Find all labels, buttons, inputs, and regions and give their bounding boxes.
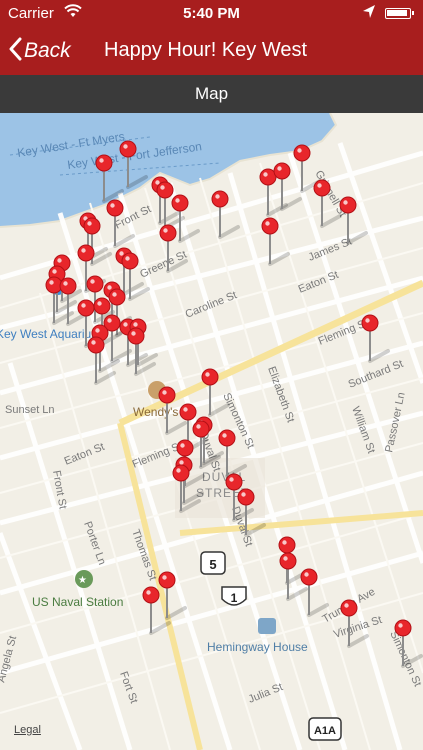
back-label: Back [24, 39, 71, 62]
route-shield-a1a: A1A [308, 717, 342, 741]
legal-link[interactable]: Legal [14, 724, 41, 736]
chevron-left-icon [8, 37, 22, 65]
street-label-eaton-st-west: Eaton St [63, 441, 107, 468]
page-title: Happy Hour! Key West [104, 39, 308, 61]
map-view[interactable]: Key West - Ft Myers Key West - Fort Jeff… [0, 113, 423, 750]
svg-text:★: ★ [78, 575, 87, 586]
status-bar: Carrier 5:40 PM [0, 0, 423, 27]
battery-icon [385, 8, 414, 19]
route-shield-1: 1 [221, 586, 247, 606]
svg-text:5: 5 [209, 557, 216, 572]
map-canvas[interactable]: Key West - Ft Myers Key West - Fort Jeff… [0, 113, 423, 750]
wendys-label: Wendy's [133, 405, 178, 419]
back-button[interactable]: Back [8, 37, 71, 65]
nav-bar: Back Happy Hour! Key West [0, 27, 423, 75]
svg-text:1: 1 [231, 591, 238, 605]
street-label-sunset-ln: Sunset Ln [5, 404, 55, 416]
map-header: Map [0, 75, 423, 113]
svg-text:A1A: A1A [314, 725, 336, 737]
location-arrow-icon [362, 4, 376, 24]
street-label-porter-ln: Porter Ln [81, 520, 108, 567]
street-label-virginia-st: Virginia St [332, 614, 383, 641]
route-shield-5: 5 [200, 551, 226, 575]
clock: 5:40 PM [183, 5, 240, 22]
street-label-julia-st: Julia St [247, 681, 285, 706]
naval-station-label: US Naval Station [32, 595, 123, 609]
hemingway-label: Hemingway House [207, 640, 308, 654]
street-label-angela-st: Angela St [0, 635, 19, 684]
